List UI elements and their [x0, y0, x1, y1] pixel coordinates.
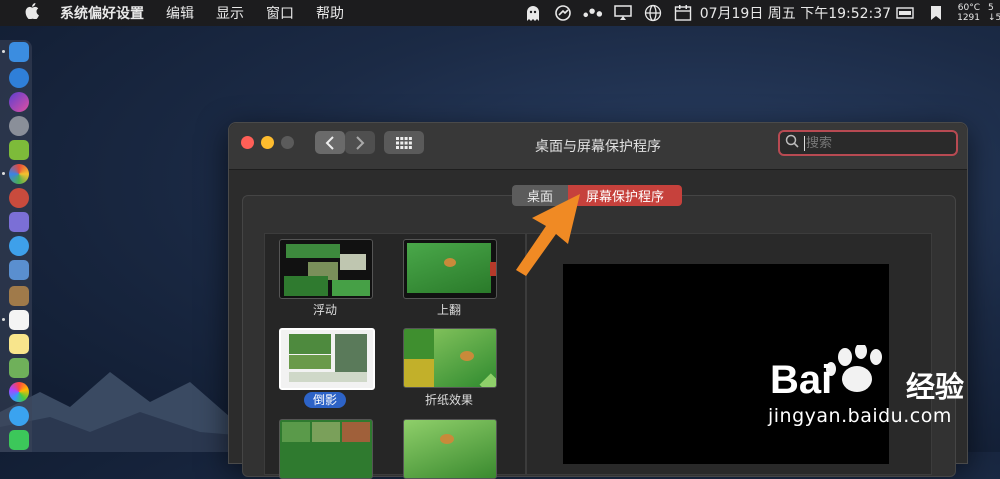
selected-pill: 倒影: [303, 392, 346, 408]
thumb-photo: [312, 422, 340, 442]
notes-icon[interactable]: [9, 334, 29, 354]
screensaver-label: 折纸效果: [424, 393, 473, 407]
globe-icon[interactable]: [643, 4, 663, 22]
calendar-dock-icon[interactable]: [9, 310, 29, 330]
maps-icon[interactable]: [9, 358, 29, 378]
thumb-photo: [282, 422, 310, 442]
thumb-photo: [404, 420, 496, 478]
title-bar: 桌面与屏幕保护程序: [229, 123, 967, 170]
screensaver-thumb-floating[interactable]: [279, 239, 373, 299]
battery-icon[interactable]: [896, 4, 916, 22]
screensaver-thumb-origami[interactable]: [403, 328, 497, 388]
menu-help[interactable]: 帮助: [316, 3, 344, 23]
thumb-photo: [332, 280, 370, 296]
ladybug-shape: [444, 258, 456, 267]
search-icon: [780, 134, 804, 152]
cpu-temp[interactable]: 60°C 1291: [957, 3, 980, 23]
dots-icon[interactable]: [583, 4, 603, 22]
photos-icon[interactable]: [9, 382, 29, 402]
screen-mirror-icon[interactable]: [613, 4, 633, 22]
safari-icon[interactable]: [9, 236, 29, 256]
ladybug-shape: [460, 351, 474, 361]
ghost-icon[interactable]: [523, 4, 543, 22]
thumb-photo: [404, 359, 434, 387]
sync-icon[interactable]: [553, 4, 573, 22]
siri-icon[interactable]: [9, 92, 29, 112]
ladybug-shape: [440, 434, 454, 444]
messages-icon[interactable]: [9, 406, 29, 426]
net-down: ↓5: [988, 13, 1000, 23]
calendar-icon[interactable]: [673, 4, 693, 22]
dock: [0, 40, 32, 452]
thumb-photo: [289, 334, 331, 354]
watermark-brand: Bai: [770, 358, 833, 402]
screensaver-label: 浮动: [312, 303, 337, 317]
app-store-icon[interactable]: [9, 68, 29, 88]
menu-system-preferences[interactable]: 系统偏好设置: [60, 3, 144, 23]
launchpad-icon[interactable]: [9, 116, 29, 136]
menu-view[interactable]: 显示: [216, 3, 244, 23]
thumb-photo: [407, 243, 491, 293]
thumb-photo: [342, 422, 370, 442]
screensaver-label: 上翻: [436, 303, 461, 317]
thumb-reflection: [289, 372, 367, 382]
app-purple-icon[interactable]: [9, 212, 29, 232]
screensaver-list: 浮动 上翻 倒影 折纸效果: [264, 233, 526, 479]
running-indicator: [2, 172, 5, 175]
app-red-icon[interactable]: [9, 188, 29, 208]
screensaver-thumb-mosaic[interactable]: [279, 419, 373, 479]
net-up: 5: [988, 3, 994, 13]
finder-icon[interactable]: [9, 42, 29, 62]
preview-icon[interactable]: [9, 260, 29, 280]
thumb-photo: [289, 355, 331, 369]
notes-brown-icon[interactable]: [9, 286, 29, 306]
android-icon[interactable]: [9, 140, 29, 160]
screensaver-thumb-flip-up[interactable]: [403, 239, 497, 299]
chrome-icon[interactable]: [9, 164, 29, 184]
menu-bar: 系统偏好设置 编辑 显示 窗口 帮助 07月19日 周五 下午19:52:37: [0, 0, 1000, 26]
menu-window[interactable]: 窗口: [266, 3, 294, 23]
thumb-edge: [490, 262, 496, 276]
watermark-url: jingyan.baidu.com: [768, 405, 952, 427]
watermark-brand-cn: 经验: [906, 370, 965, 404]
apple-logo-icon[interactable]: [22, 3, 42, 23]
menu-edit[interactable]: 编辑: [166, 3, 194, 23]
thumb-photo: [335, 334, 367, 372]
status-area: 07月19日 周五 下午19:52:37 60°C 1291 5 ↓5: [518, 0, 1000, 26]
running-indicator: [2, 50, 5, 53]
network-speed[interactable]: 5 ↓5: [988, 3, 1000, 23]
screensaver-thumb-reflection[interactable]: [279, 328, 375, 390]
facetime-icon[interactable]: [9, 430, 29, 450]
screensaver-label-selected: 倒影: [265, 391, 385, 408]
bookmark-icon[interactable]: [926, 4, 946, 22]
temp-value: 60°C: [957, 3, 980, 13]
screensaver-thumb-extra[interactable]: [403, 419, 497, 479]
search-field[interactable]: [778, 130, 958, 156]
fan-value: 1291: [957, 13, 980, 23]
search-input[interactable]: [804, 135, 946, 151]
thumb-photo: [340, 254, 366, 270]
annotation-arrow: [516, 194, 580, 276]
thumb-photo: [286, 244, 340, 258]
thumb-photo: [284, 276, 328, 296]
clock-text[interactable]: 07月19日 周五 下午19:52:37: [700, 3, 891, 23]
running-indicator: [2, 318, 5, 321]
